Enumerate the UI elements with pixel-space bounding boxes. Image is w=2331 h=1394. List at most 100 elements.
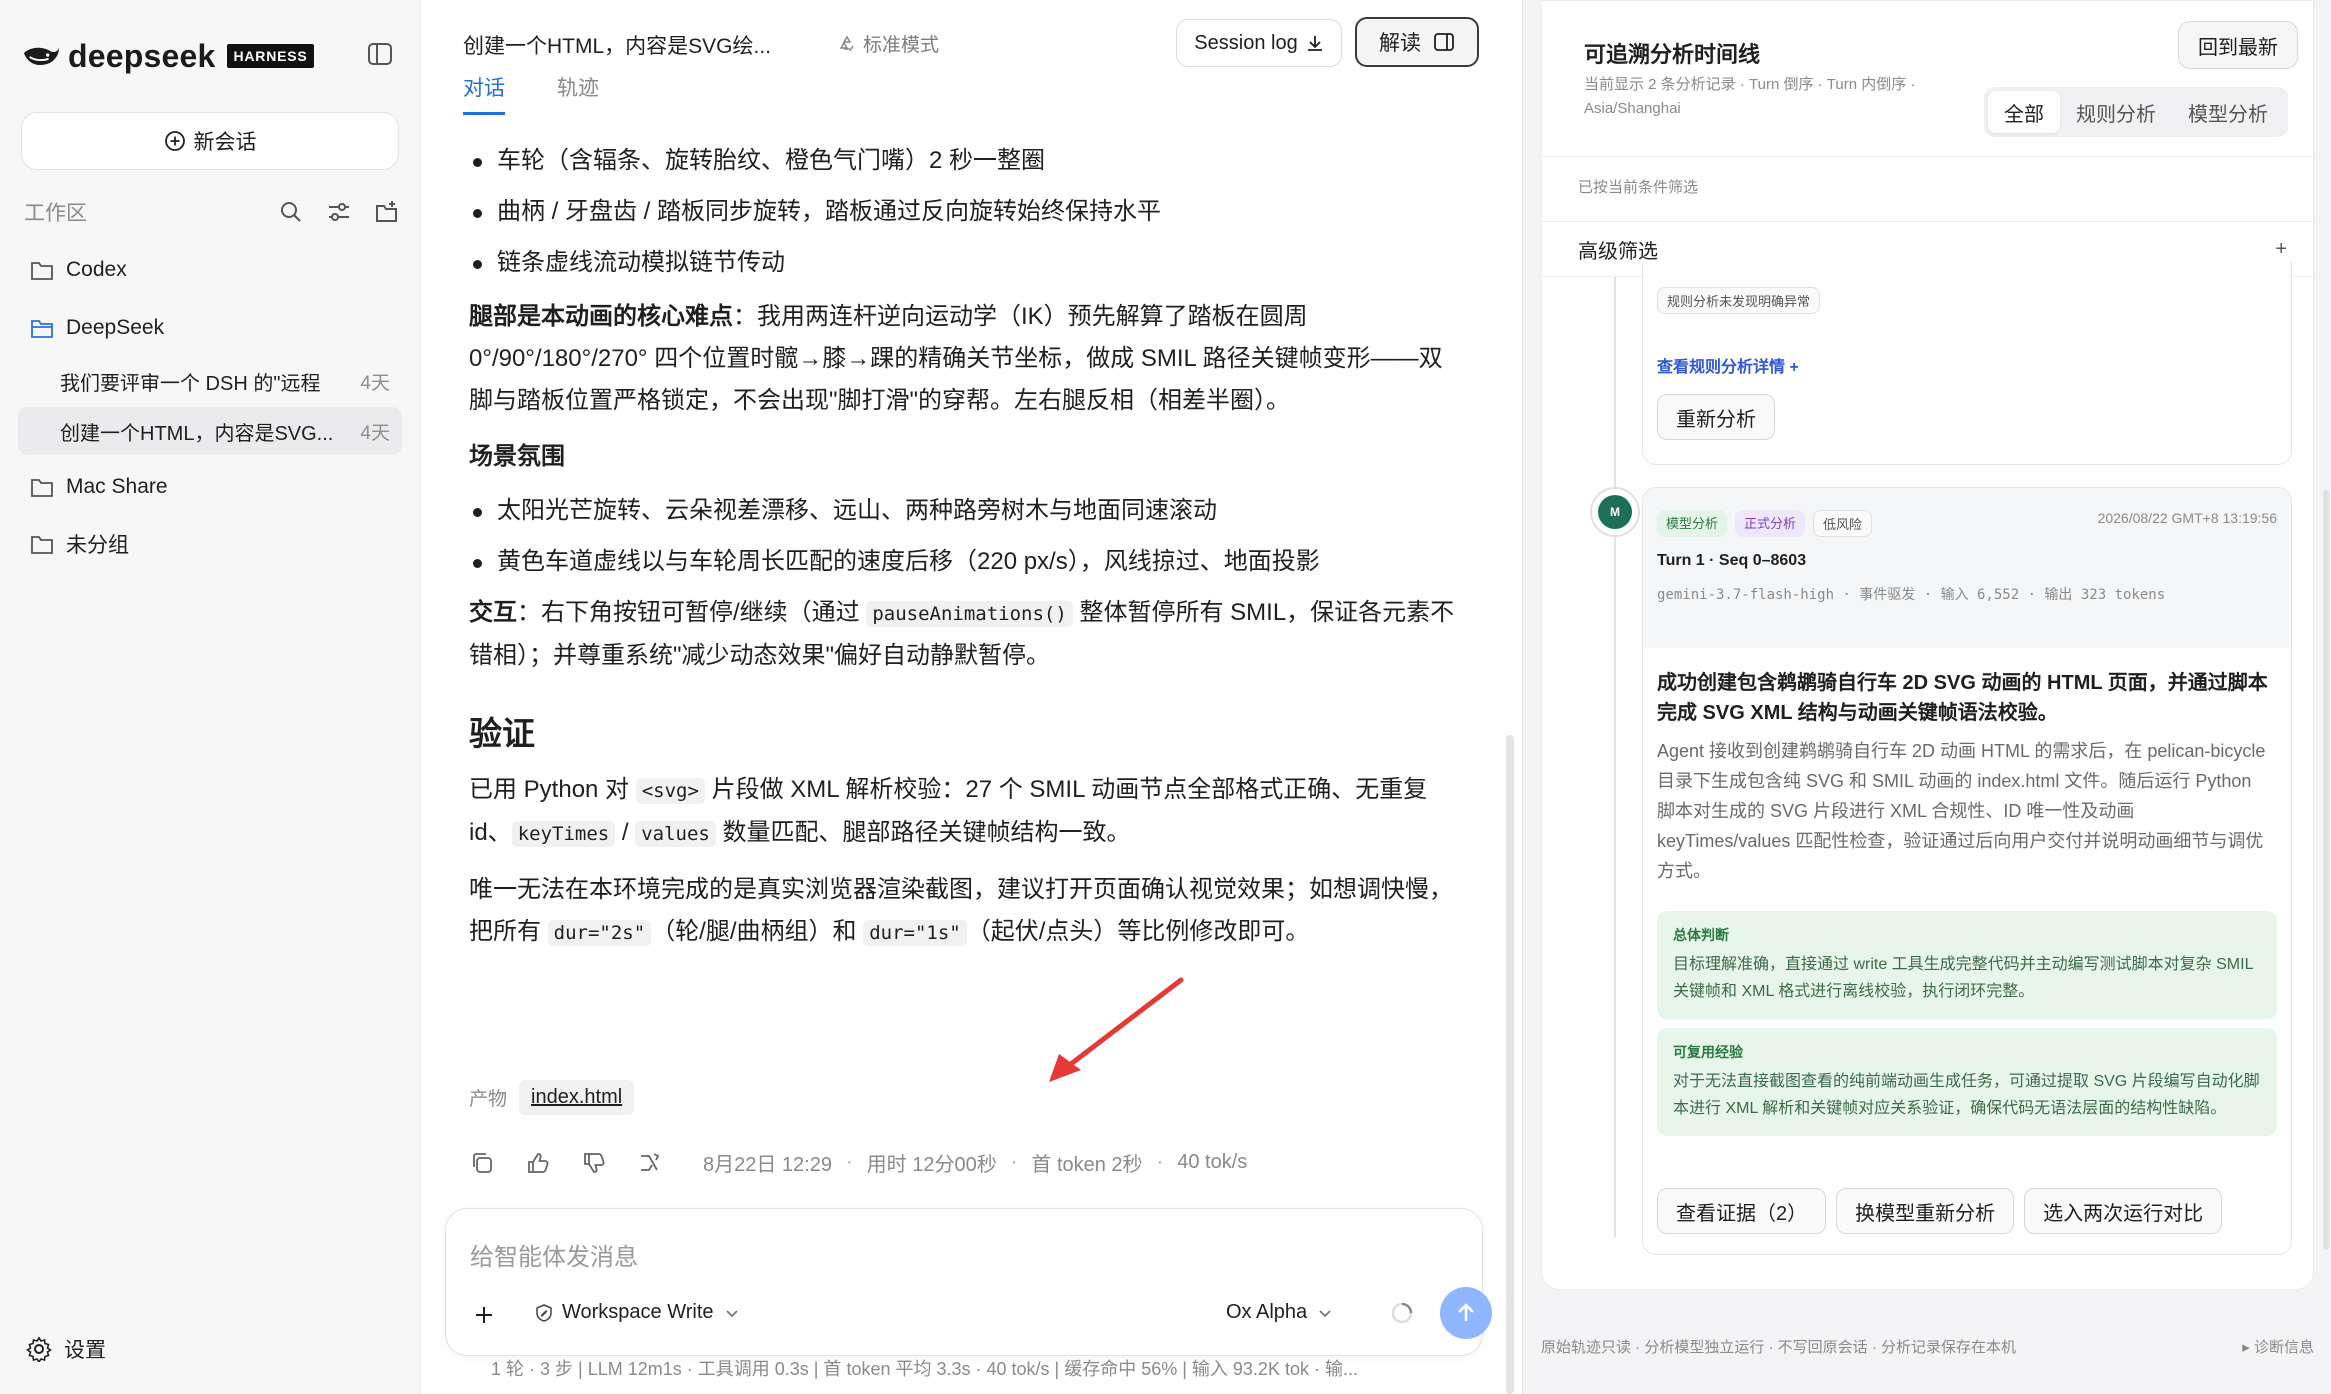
conversation-item-active[interactable]: 创建一个HTML，内容是SVG... 4天 bbox=[18, 407, 402, 455]
new-folder-icon[interactable] bbox=[374, 199, 400, 225]
settings-label: 设置 bbox=[64, 1339, 106, 1362]
panel-right-icon bbox=[1434, 33, 1454, 51]
sidebar-toggle-icon[interactable] bbox=[366, 40, 394, 68]
filter-sliders-icon[interactable] bbox=[326, 199, 352, 225]
loading-spinner-icon bbox=[1391, 1302, 1413, 1324]
mode-tag: 标准模式 bbox=[837, 30, 939, 57]
folder-deepseek[interactable]: DeepSeek bbox=[30, 310, 164, 346]
inline-code: <svg> bbox=[635, 778, 705, 804]
verify-text: 数量匹配、腿部路径关键帧结构一致。 bbox=[715, 819, 1131, 846]
panel-title: 可追溯分析时间线 bbox=[1584, 42, 1761, 67]
list-item: 黄色车道虚线以与车轮周长匹配的速度后移（220 px/s），风线掠过、地面投影 bbox=[469, 541, 1459, 583]
gear-icon bbox=[26, 1336, 52, 1362]
inline-code: keyTimes bbox=[511, 821, 616, 847]
whale-logo-icon bbox=[23, 47, 60, 66]
model-select[interactable]: Ox Alpha bbox=[1226, 1301, 1335, 1324]
tag-model-analysis: 模型分析 bbox=[1657, 510, 1728, 537]
conversation-title: 创建一个HTML，内容是SVG... bbox=[60, 422, 334, 445]
note-text: （轮/腿/曲柄组）和 bbox=[651, 918, 864, 945]
conversation-title: 创建一个HTML，内容是SVG绘... bbox=[463, 35, 772, 58]
download-icon bbox=[1307, 36, 1322, 51]
tab-rule-analysis[interactable]: 规则分析 bbox=[2060, 91, 2172, 133]
paragraph-legs: 腿部是本动画的核心难点：我用两连杆逆向运动学（IK）预先解算了踏板在圆周 0°/… bbox=[469, 296, 1459, 422]
timeline-line bbox=[1614, 277, 1616, 1237]
workspace-label: Workspace Write bbox=[562, 1301, 714, 1323]
new-chat-button[interactable]: 新会话 bbox=[21, 112, 399, 170]
rule-analysis-card: 规则分析未发现明确异常 查看规则分析详情 + 重新分析 bbox=[1642, 261, 2292, 465]
session-log-button[interactable]: Session log bbox=[1176, 19, 1342, 67]
settings-button[interactable]: 设置 bbox=[26, 1334, 106, 1364]
experience-title: 可复用经验 bbox=[1673, 1044, 1743, 1060]
model-avatar: M bbox=[1590, 487, 1640, 537]
status-badge: 规则分析未发现明确异常 bbox=[1657, 287, 1821, 314]
artifact-file-link[interactable]: index.html bbox=[519, 1080, 635, 1115]
copy-icon[interactable] bbox=[469, 1150, 495, 1176]
workspace-permission-select[interactable]: Workspace Write bbox=[534, 1301, 742, 1324]
thumbs-down-icon[interactable] bbox=[581, 1150, 607, 1176]
advanced-filter-label: 高级筛选 bbox=[1578, 240, 1658, 263]
folder-codex[interactable]: Codex bbox=[30, 252, 127, 288]
divider bbox=[1542, 156, 2315, 157]
tab-all[interactable]: 全部 bbox=[1988, 91, 2060, 133]
message-input[interactable]: 给智能体发消息 bbox=[470, 1237, 638, 1272]
sidebar: deepseek HARNESS 新会话 工作区 Codex DeepSeek … bbox=[0, 0, 421, 1394]
chevron-down-icon bbox=[1319, 1309, 1331, 1317]
card-actions: 查看证据（2） 换模型重新分析 选入两次运行对比 bbox=[1657, 1188, 2223, 1234]
model-analysis-card: 模型分析 正式分析 低风险 2026/08/22 GMT+8 13:19:56 … bbox=[1642, 487, 2292, 1255]
folder-ungrouped[interactable]: 未分组 bbox=[30, 526, 129, 562]
plus-icon[interactable] bbox=[466, 1297, 502, 1333]
conversation-time: 4天 bbox=[360, 422, 390, 444]
reanalyze-button[interactable]: 重新分析 bbox=[1657, 394, 1775, 440]
plus-circle-icon bbox=[164, 131, 185, 151]
message-date: 8月22日 12:29 bbox=[703, 1154, 832, 1176]
back-to-latest-button[interactable]: 回到最新 bbox=[2178, 21, 2298, 69]
experience-body: 对于无法直接截图查看的纯前端动画生成任务，可通过提取 SVG 片段编写自动化脚本… bbox=[1673, 1073, 2260, 1117]
inline-code: pauseAnimations() bbox=[866, 601, 1073, 627]
conversation-item[interactable]: 我们要评审一个 DSH 的"远程 4天 bbox=[18, 357, 402, 405]
interpret-label: 解读 bbox=[1379, 32, 1421, 55]
inline-code: dur="2s" bbox=[547, 920, 652, 946]
switch-model-reanalyze-button[interactable]: 换模型重新分析 bbox=[1836, 1188, 2015, 1234]
folder-icon bbox=[31, 536, 53, 554]
folder-mac-share[interactable]: Mac Share bbox=[30, 469, 168, 505]
analysis-description: Agent 接收到创建鹈鹕骑自行车 2D 动画 HTML 的需求后，在 peli… bbox=[1657, 741, 2266, 881]
tab-trace[interactable]: 轨迹 bbox=[557, 72, 599, 115]
send-button[interactable] bbox=[1440, 1287, 1492, 1339]
filter-status: 已按当前条件筛选 bbox=[1578, 179, 1699, 196]
plus-icon: + bbox=[2275, 237, 2287, 260]
logo-text: deepseek bbox=[68, 37, 216, 74]
scrollbar[interactable] bbox=[2323, 490, 2329, 1250]
footer-note: 原始轨迹只读 · 分析模型独立运行 · 不写回原会话 · 分析记录保存在本机 bbox=[1541, 1339, 2016, 1356]
tab-chat[interactable]: 对话 bbox=[463, 72, 505, 115]
mode-label: 标准模式 bbox=[863, 35, 940, 56]
artifact-row: 产物 index.html bbox=[469, 1080, 635, 1115]
scrollbar[interactable] bbox=[1506, 735, 1514, 1394]
card-header: 模型分析 正式分析 低风险 2026/08/22 GMT+8 13:19:56 … bbox=[1643, 488, 2291, 648]
folder-label: DeepSeek bbox=[66, 316, 165, 339]
conversation-time: 4天 bbox=[360, 372, 390, 394]
scene-heading: 场景氛围 bbox=[469, 443, 565, 470]
new-chat-label: 新会话 bbox=[193, 131, 257, 154]
analysis-panel: 可追溯分析时间线 当前显示 2 条分析记录 · Turn 倒序 · Turn 内… bbox=[1522, 0, 2331, 1394]
main-header: 创建一个HTML，内容是SVG绘... 标准模式 Session log 解读 … bbox=[461, 0, 1501, 115]
tab-model-analysis[interactable]: 模型分析 bbox=[2172, 91, 2284, 133]
compare-runs-button[interactable]: 选入两次运行对比 bbox=[2024, 1188, 2223, 1234]
branch-icon[interactable] bbox=[637, 1150, 663, 1176]
workspace-label: 工作区 bbox=[24, 202, 87, 225]
diagnostics-link[interactable]: ▸ 诊断信息 bbox=[2242, 1336, 2314, 1357]
thumbs-up-icon[interactable] bbox=[525, 1150, 551, 1176]
interpret-button[interactable]: 解读 bbox=[1355, 17, 1479, 67]
model-label: Ox Alpha bbox=[1226, 1301, 1308, 1323]
annotation-arrow-icon bbox=[1049, 977, 1184, 1082]
inline-code: values bbox=[635, 821, 716, 847]
session-log-label: Session log bbox=[1194, 31, 1298, 54]
rule-detail-link[interactable]: 查看规则分析详情 + bbox=[1657, 353, 1799, 377]
view-evidence-button[interactable]: 查看证据（2） bbox=[1657, 1188, 1827, 1234]
overall-judgment-box: 总体判断 目标理解准确，直接通过 write 工具生成完整代码并主动编写测试脚本… bbox=[1657, 911, 2277, 1019]
analysis-title: 成功创建包含鹈鹕骑自行车 2D SVG 动画的 HTML 页面，并通过脚本完成 … bbox=[1657, 672, 2268, 724]
reusable-experience-box: 可复用经验 对于无法直接截图查看的纯前端动画生成任务，可通过提取 SVG 片段编… bbox=[1657, 1028, 2277, 1136]
verify-text: / bbox=[615, 819, 636, 846]
search-icon[interactable] bbox=[278, 199, 304, 225]
list-item: 车轮（含辐条、旋转胎纹、橙色气门嘴）2 秒一整圈 bbox=[469, 140, 1459, 182]
main-panel: 创建一个HTML，内容是SVG绘... 标准模式 Session log 解读 … bbox=[421, 0, 1522, 1394]
